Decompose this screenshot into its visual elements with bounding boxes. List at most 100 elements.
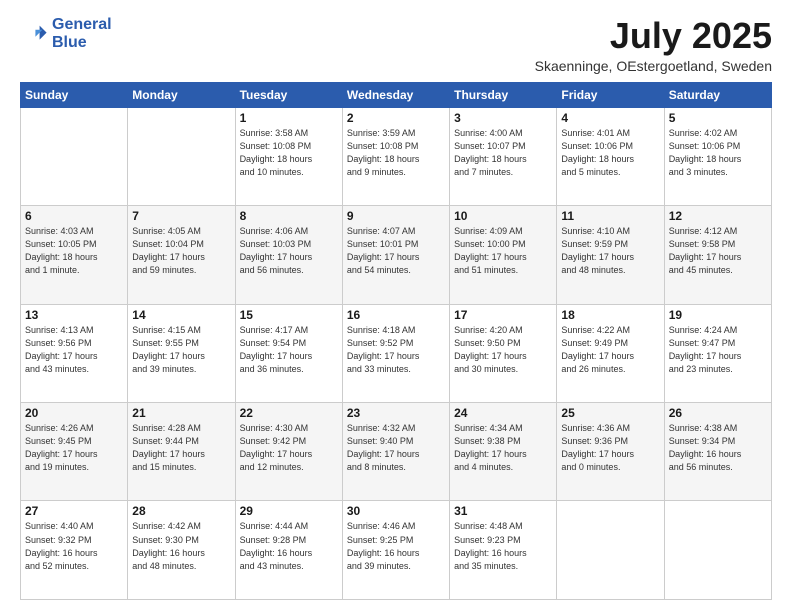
calendar-header-row: Sunday Monday Tuesday Wednesday Thursday… bbox=[21, 82, 772, 107]
day-number: 8 bbox=[240, 209, 338, 223]
calendar-cell: 22Sunrise: 4:30 AM Sunset: 9:42 PM Dayli… bbox=[235, 403, 342, 501]
calendar-cell: 9 Sunrise: 4:07 AM Sunset: 10:01 PM Dayli… bbox=[342, 206, 449, 304]
day-info: Sunrise: 4:20 AM Sunset: 9:50 PM Dayligh… bbox=[454, 324, 552, 376]
day-number: 12 bbox=[669, 209, 767, 223]
day-info: Sunrise: 3:59 AM Sunset: 10:08 PM Daylig… bbox=[347, 127, 445, 179]
calendar-cell: 24 Sunrise: 4:34 AM Sunset: 9:38 PM Dayli… bbox=[450, 403, 557, 501]
calendar-cell: 30 Sunrise: 4:46 AM Sunset: 9:25 PM Dayli… bbox=[342, 501, 449, 600]
header-friday: Friday bbox=[557, 82, 664, 107]
day-number: 4 bbox=[561, 111, 659, 125]
day-number: 30 bbox=[347, 504, 445, 518]
day-info: Sunrise: 4:42 AM Sunset: 9:30 PM Dayligh… bbox=[132, 520, 230, 572]
day-info: Sunrise: 4:26 AM Sunset: 9:45 PM Dayligh… bbox=[25, 422, 123, 474]
day-number: 1 bbox=[240, 111, 338, 125]
day-number: 24 bbox=[454, 406, 552, 420]
day-info: Sunrise: 4:05 AM Sunset: 10:04 PM Daylig… bbox=[132, 225, 230, 277]
day-number: 9 bbox=[347, 209, 445, 223]
calendar-cell: 25 Sunrise: 4:36 AM Sunset: 9:36 PM Dayli… bbox=[557, 403, 664, 501]
day-info: Sunrise: 4:03 AM Sunset: 10:05 PM Daylig… bbox=[25, 225, 123, 277]
calendar-cell: 26 Sunrise: 4:38 AM Sunset: 9:34 PM Dayli… bbox=[664, 403, 771, 501]
calendar-cell bbox=[557, 501, 664, 600]
day-info: Sunrise: 3:58 AM Sunset: 10:08 PM Daylig… bbox=[240, 127, 338, 179]
day-info: Sunrise: 4:38 AM Sunset: 9:34 PM Dayligh… bbox=[669, 422, 767, 474]
calendar-cell: 16 Sunrise: 4:18 AM Sunset: 9:52 PM Dayli… bbox=[342, 304, 449, 402]
day-info: Sunrise: 4:18 AM Sunset: 9:52 PM Dayligh… bbox=[347, 324, 445, 376]
day-number: 18 bbox=[561, 308, 659, 322]
day-info: Sunrise: 4:46 AM Sunset: 9:25 PM Dayligh… bbox=[347, 520, 445, 572]
header-tuesday: Tuesday bbox=[235, 82, 342, 107]
day-info: Sunrise: 4:09 AM Sunset: 10:00 PM Daylig… bbox=[454, 225, 552, 277]
calendar-cell: 18 Sunrise: 4:22 AM Sunset: 9:49 PM Dayli… bbox=[557, 304, 664, 402]
calendar-cell: 19 Sunrise: 4:24 AM Sunset: 9:47 PM Dayli… bbox=[664, 304, 771, 402]
day-number: 15 bbox=[240, 308, 338, 322]
calendar-cell: 17 Sunrise: 4:20 AM Sunset: 9:50 PM Dayli… bbox=[450, 304, 557, 402]
logo: General Blue bbox=[20, 16, 112, 51]
day-number: 6 bbox=[25, 209, 123, 223]
calendar-cell: 29 Sunrise: 4:44 AM Sunset: 9:28 PM Dayli… bbox=[235, 501, 342, 600]
calendar-cell: 21Sunrise: 4:28 AM Sunset: 9:44 PM Dayli… bbox=[128, 403, 235, 501]
day-info: Sunrise: 4:12 AM Sunset: 9:58 PM Dayligh… bbox=[669, 225, 767, 277]
calendar-cell: 6 Sunrise: 4:03 AM Sunset: 10:05 PM Dayli… bbox=[21, 206, 128, 304]
day-info: Sunrise: 4:40 AM Sunset: 9:32 PM Dayligh… bbox=[25, 520, 123, 572]
day-number: 16 bbox=[347, 308, 445, 322]
calendar-cell: 10 Sunrise: 4:09 AM Sunset: 10:00 PM Dayl… bbox=[450, 206, 557, 304]
day-number: 10 bbox=[454, 209, 552, 223]
day-info: Sunrise: 4:30 AM Sunset: 9:42 PM Dayligh… bbox=[240, 422, 338, 474]
day-number: 14 bbox=[132, 308, 230, 322]
day-number: 31 bbox=[454, 504, 552, 518]
day-number: 19 bbox=[669, 308, 767, 322]
day-info: Sunrise: 4:34 AM Sunset: 9:38 PM Dayligh… bbox=[454, 422, 552, 474]
calendar-week-1: 6 Sunrise: 4:03 AM Sunset: 10:05 PM Dayli… bbox=[21, 206, 772, 304]
header-wednesday: Wednesday bbox=[342, 82, 449, 107]
day-info: Sunrise: 4:13 AM Sunset: 9:56 PM Dayligh… bbox=[25, 324, 123, 376]
day-info: Sunrise: 4:28 AM Sunset: 9:44 PM Dayligh… bbox=[132, 422, 230, 474]
day-info: Sunrise: 4:48 AM Sunset: 9:23 PM Dayligh… bbox=[454, 520, 552, 572]
logo-line2: Blue bbox=[52, 34, 87, 51]
day-number: 26 bbox=[669, 406, 767, 420]
header-sunday: Sunday bbox=[21, 82, 128, 107]
calendar-cell: 13 Sunrise: 4:13 AM Sunset: 9:56 PM Dayli… bbox=[21, 304, 128, 402]
calendar-week-0: 1 Sunrise: 3:58 AM Sunset: 10:08 PM Dayli… bbox=[21, 107, 772, 205]
title-block: July 2025 Skaenninge, OEstergoetland, Sw… bbox=[535, 16, 772, 74]
calendar-cell bbox=[664, 501, 771, 600]
day-info: Sunrise: 4:07 AM Sunset: 10:01 PM Daylig… bbox=[347, 225, 445, 277]
month-title: July 2025 bbox=[535, 16, 772, 56]
day-number: 27 bbox=[25, 504, 123, 518]
calendar-cell: 11 Sunrise: 4:10 AM Sunset: 9:59 PM Dayli… bbox=[557, 206, 664, 304]
calendar-week-4: 27 Sunrise: 4:40 AM Sunset: 9:32 PM Dayli… bbox=[21, 501, 772, 600]
calendar-cell: 2Sunrise: 3:59 AM Sunset: 10:08 PM Dayli… bbox=[342, 107, 449, 205]
calendar-cell: 8Sunrise: 4:06 AM Sunset: 10:03 PM Dayli… bbox=[235, 206, 342, 304]
calendar-week-3: 20 Sunrise: 4:26 AM Sunset: 9:45 PM Dayli… bbox=[21, 403, 772, 501]
calendar-cell bbox=[21, 107, 128, 205]
day-info: Sunrise: 4:10 AM Sunset: 9:59 PM Dayligh… bbox=[561, 225, 659, 277]
day-info: Sunrise: 4:22 AM Sunset: 9:49 PM Dayligh… bbox=[561, 324, 659, 376]
day-number: 7 bbox=[132, 209, 230, 223]
day-info: Sunrise: 4:15 AM Sunset: 9:55 PM Dayligh… bbox=[132, 324, 230, 376]
day-info: Sunrise: 4:44 AM Sunset: 9:28 PM Dayligh… bbox=[240, 520, 338, 572]
header-thursday: Thursday bbox=[450, 82, 557, 107]
header-monday: Monday bbox=[128, 82, 235, 107]
day-info: Sunrise: 4:02 AM Sunset: 10:06 PM Daylig… bbox=[669, 127, 767, 179]
calendar-cell: 5Sunrise: 4:02 AM Sunset: 10:06 PM Dayli… bbox=[664, 107, 771, 205]
day-number: 11 bbox=[561, 209, 659, 223]
header-saturday: Saturday bbox=[664, 82, 771, 107]
page: General Blue July 2025 Skaenninge, OEste… bbox=[0, 0, 792, 612]
calendar-cell: 28Sunrise: 4:42 AM Sunset: 9:30 PM Dayli… bbox=[128, 501, 235, 600]
day-number: 3 bbox=[454, 111, 552, 125]
calendar-cell: 1 Sunrise: 3:58 AM Sunset: 10:08 PM Dayli… bbox=[235, 107, 342, 205]
header: General Blue July 2025 Skaenninge, OEste… bbox=[20, 16, 772, 74]
calendar-cell: 15 Sunrise: 4:17 AM Sunset: 9:54 PM Dayli… bbox=[235, 304, 342, 402]
day-info: Sunrise: 4:17 AM Sunset: 9:54 PM Dayligh… bbox=[240, 324, 338, 376]
day-info: Sunrise: 4:36 AM Sunset: 9:36 PM Dayligh… bbox=[561, 422, 659, 474]
day-number: 13 bbox=[25, 308, 123, 322]
calendar-week-2: 13 Sunrise: 4:13 AM Sunset: 9:56 PM Dayli… bbox=[21, 304, 772, 402]
calendar-cell bbox=[128, 107, 235, 205]
day-number: 20 bbox=[25, 406, 123, 420]
day-number: 29 bbox=[240, 504, 338, 518]
day-number: 25 bbox=[561, 406, 659, 420]
logo-line1: General bbox=[52, 16, 112, 33]
day-info: Sunrise: 4:24 AM Sunset: 9:47 PM Dayligh… bbox=[669, 324, 767, 376]
day-number: 17 bbox=[454, 308, 552, 322]
calendar: Sunday Monday Tuesday Wednesday Thursday… bbox=[20, 82, 772, 600]
calendar-cell: 3Sunrise: 4:00 AM Sunset: 10:07 PM Dayli… bbox=[450, 107, 557, 205]
